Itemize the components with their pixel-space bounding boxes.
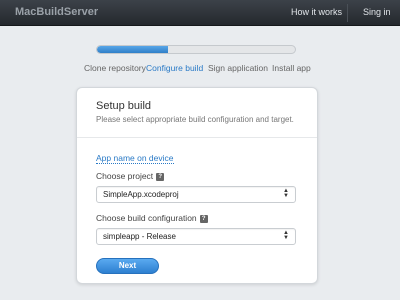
card-header: Setup build Please select appropriate bu… [77,88,317,138]
project-help-icon[interactable]: ? [156,172,165,181]
step-sign-application: Sign application [208,63,269,73]
project-select[interactable]: SimpleApp.xcodeproj ▲ ▼ [96,186,296,203]
brand-logo[interactable]: MacBuildServer [15,6,98,18]
select-arrows-icon: ▲ ▼ [283,230,289,241]
configuration-help-icon[interactable]: ? [199,214,208,223]
choose-configuration-label-text: Choose build configuration [96,213,197,223]
project-select-value: SimpleApp.xcodeproj [103,190,179,199]
top-navbar: MacBuildServer How it works Sing in [0,0,400,26]
wizard-progress-bar [96,45,296,54]
setup-build-card: Setup build Please select appropriate bu… [76,87,318,284]
nav-how-it-works-link[interactable]: How it works [291,7,342,17]
next-button[interactable]: Next [96,258,159,274]
configuration-select[interactable]: simpleapp - Release ▲ ▼ [96,228,296,245]
step-clone-repository: Clone repository [84,63,146,73]
select-arrows-icon: ▲ ▼ [283,188,289,199]
card-title: Setup build [96,100,152,112]
app-name-link[interactable]: App name on device [96,153,174,164]
card-subtitle: Please select appropriate build configur… [96,115,294,124]
nav-divider [347,4,348,22]
choose-project-label: Choose project? [96,171,165,181]
step-install-app: Install app [272,63,311,73]
choose-project-label-text: Choose project [96,171,154,181]
nav-sign-in-link[interactable]: Sing in [363,7,391,17]
configuration-select-value: simpleapp - Release [103,232,176,241]
step-configure-build: Configure build [146,63,204,73]
progress-fill [97,46,169,53]
choose-configuration-label: Choose build configuration? [96,213,208,223]
